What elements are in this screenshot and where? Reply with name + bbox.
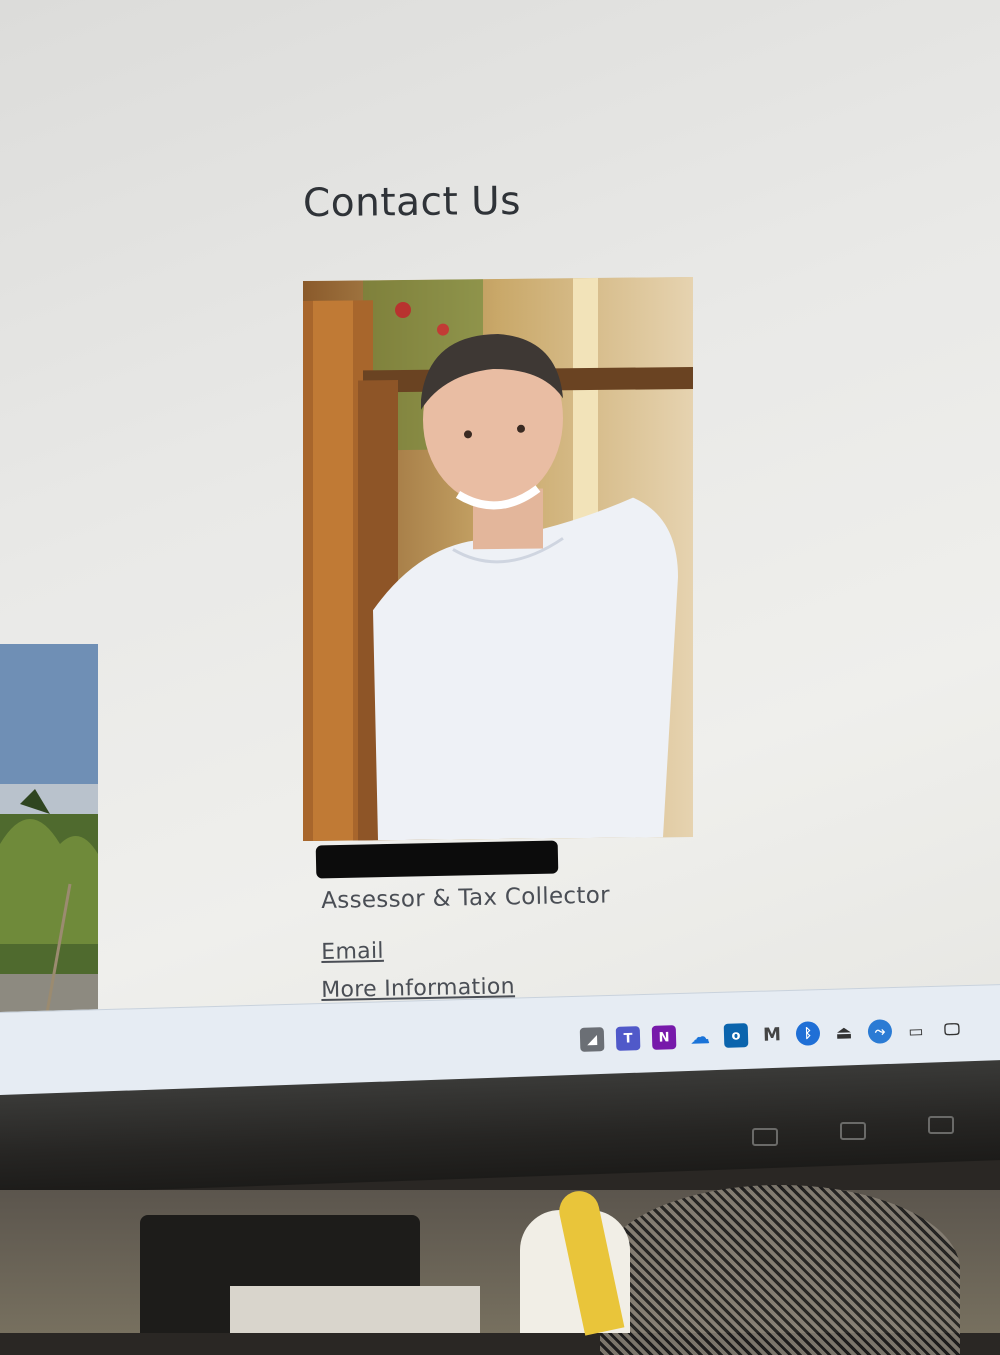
mesh-organizer xyxy=(600,1185,960,1355)
monitor-power-button xyxy=(752,1128,778,1146)
contact-job-title: Assessor & Tax Collector xyxy=(321,882,611,914)
screen: Contact Us Assessor & Tax Collector Emai… xyxy=(0,0,1000,1080)
monitor-menu-button xyxy=(840,1122,866,1140)
battery-icon[interactable]: ▭ xyxy=(904,1018,929,1043)
email-link[interactable]: Email xyxy=(321,939,384,965)
outlook-icon[interactable]: o xyxy=(723,1023,749,1048)
bluetooth-icon[interactable]: ᛒ xyxy=(795,1021,821,1046)
onenote-icon[interactable]: N xyxy=(651,1025,677,1050)
contact-photo xyxy=(303,276,693,842)
onedrive-icon[interactable]: ☁ xyxy=(688,1024,713,1049)
teams-icon[interactable]: T xyxy=(615,1026,641,1051)
monitor-input-button xyxy=(928,1116,954,1134)
remote-desktop-icon[interactable]: ◢ xyxy=(579,1027,605,1052)
redacted-name xyxy=(315,840,559,879)
page-title: Contact Us xyxy=(302,178,522,227)
desk-object-pale xyxy=(230,1286,480,1333)
side-landscape-photo xyxy=(0,644,98,1039)
network-icon[interactable]: 🖵 xyxy=(940,1017,965,1042)
usb-icon[interactable]: ⏏ xyxy=(832,1020,857,1045)
app-m-icon[interactable]: M xyxy=(760,1022,785,1047)
share-icon[interactable]: ⤳ xyxy=(867,1019,893,1044)
